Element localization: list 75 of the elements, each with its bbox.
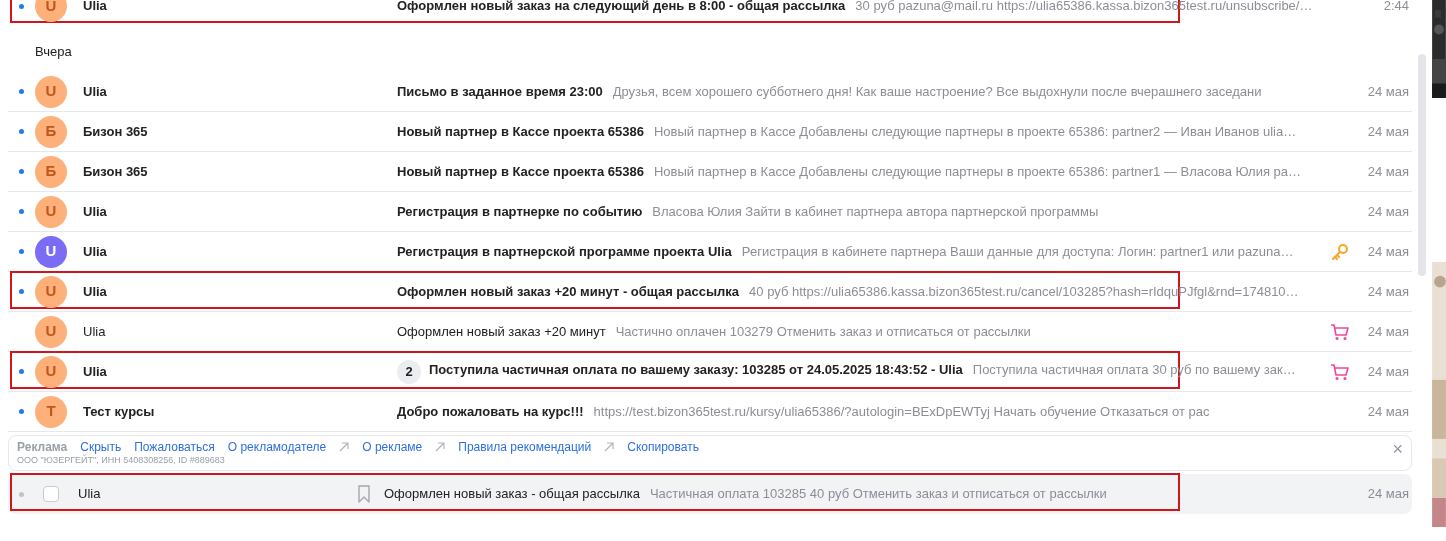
message-row[interactable]: Б Бизон 365 Новый партнер в Кассе проекта 65386 Новый партнер в Кассе Добавлены следующие партнеры в проекте 65386: partner2 — Иван Иванов ulia… 24 мая [8,112,1412,152]
avatar: U [35,275,67,308]
avatar: U [35,75,67,108]
sender-name: Ulia [82,242,108,261]
message-date: 24 мая [1366,202,1410,221]
message-preview: Регистрация в кабинете партнера Ваши данные для доступа: Логин: partner1 или pazuna… [741,242,1295,261]
message-preview: Друзья, всем хорошего субботнего дня! Как ваше настроение? Все выдохнули после вчерашнего заседани [612,82,1263,101]
message-preview: https://test.bizon365test.ru/kursy/ulia65386/?autologin=BExDpEWTyj Начать обучение Отказаться от рас [593,402,1211,421]
read-dot [18,491,24,497]
avatar: U [35,315,67,348]
key-icon [1331,242,1349,261]
sender-name: Ulia [82,82,108,101]
message-preview: Власова Юлия Зайти в кабинет партнера автора партнерской программы [652,202,1100,221]
cart-icon [1330,322,1350,341]
ad-link[interactable]: Правила рекомендаций [458,438,592,456]
sender-name: Ulia [82,202,108,221]
message-row[interactable]: U Ulia Оформлен новый заказ +20 минут Частично оплачен 103279 Отменить заказ и отписаться от рассылки 24 мая [8,312,1412,352]
date-heading: Вчера [35,43,72,62]
sender-name: Ulia [82,322,107,341]
message-preview: Частично оплачен 103279 Отменить заказ и отписаться от рассылки [615,322,1032,341]
message-subject: Регистрация в партнерской программе проекта Ulia [397,242,732,261]
avatar: U [35,355,67,388]
message-date: 24 мая [1366,485,1410,504]
message-date: 24 мая [1366,402,1410,421]
bookmark-icon [357,485,371,503]
message-date: 24 мая [1366,282,1410,301]
message-row[interactable]: U Ulia Письмо в заданное время 23:00 Друзья, всем хорошего субботнего дня! Как ваше настроение? Все выдохнули после вчерашнего заседани 24 мая [8,72,1412,112]
ad-link[interactable]: Пожаловаться [134,438,215,456]
message-subject: Оформлен новый заказ на следующий день в 8:00 - общая рассылка [397,0,846,16]
sender-name: Ulia [82,362,108,381]
sender-name: Бизон 365 [82,122,149,141]
avatar: Б [35,115,67,148]
message-subject: Регистрация в партнерке по событию [397,202,643,221]
message-row[interactable]: U Ulia Регистрация в партнерской программе проекта Ulia Регистрация в кабинете партнера Ваши данные для доступа: Логин: partner1 или pazuna… 24 мая [8,232,1412,272]
sender-name: Бизон 365 [82,162,149,181]
message-date: 24 мая [1366,362,1410,381]
message-date: 24 мая [1366,122,1410,141]
cart-icon [1330,362,1350,381]
message-subject: Оформлен новый заказ +20 минут - общая рассылка [397,282,740,301]
message-subject: Новый партнер в Кассе проекта 65386 [397,122,644,141]
sender-name: Ulia [82,0,108,16]
sender-name: Ulia [77,485,102,504]
message-subject: Новый партнер в Кассе проекта 65386 [397,162,644,181]
message-date: 24 мая [1366,242,1410,261]
ad-link[interactable]: Скопировать [627,438,699,456]
message-row[interactable]: Т Тест курсы Добро пожаловать на курс!!! https://test.bizon365test.ru/kursy/ulia65386/?autologin=BExDpEWTyj Начать обучение Отказаться от рас 24 мая [8,392,1412,432]
checkbox[interactable] [43,486,59,502]
message-row[interactable]: Ulia Оформлен новый заказ - общая рассылка Частичная оплата 103285 40 руб Отменить заказ и отписаться от рассылки 24 мая [8,474,1412,514]
avatar: U [35,0,67,22]
message-date: 2:44 [1382,0,1410,16]
message-date: 24 мая [1366,162,1410,181]
message-row[interactable]: Б Бизон 365 Новый партнер в Кассе проекта 65386 Новый партнер в Кассе Добавлены следующие партнеры в проекте 65386: partner1 — Власова Юлия ра… 24 мая [8,152,1412,192]
message-subject: Письмо в заданное время 23:00 [397,82,603,101]
message-subject: Оформлен новый заказ - общая рассылка [384,485,640,504]
message-preview: Новый партнер в Кассе Добавлены следующие партнеры в проекте 65386: partner1 — Власова Юлия ра… [653,162,1303,181]
message-subject: Добро пожаловать на курс!!! [397,402,584,421]
ad-label: Реклама [17,439,68,454]
message-date: 24 мая [1366,322,1410,341]
sender-name: Тест курсы [82,402,156,421]
avatar: U [35,195,67,228]
avatar: Т [35,395,67,428]
avatar: Б [35,155,67,188]
thread-count: 2 [397,359,421,384]
ad-link[interactable]: О рекламодателе [227,438,327,456]
avatar: U [35,235,67,268]
ad-link[interactable]: О рекламе [362,438,423,456]
message-subject: Оформлен новый заказ +20 минут [397,322,606,341]
message-subject: Поступила частичная оплата по вашему заказу: 103285 от 24.05.2025 18:43:52 - Ulia [429,360,963,379]
sender-name: Ulia [82,282,108,301]
message-preview: Новый партнер в Кассе Добавлены следующие партнеры в проекте 65386: partner2 — Иван Иванов ulia… [653,122,1298,141]
message-row[interactable]: U Ulia Регистрация в партнерке по событию Власова Юлия Зайти в кабинет партнера автора партнерской программы 24 мая [8,192,1412,232]
ad-link[interactable]: Скрыть [80,438,122,456]
scrollbar-thumb[interactable] [1418,54,1426,276]
message-preview: Частичная оплата 103285 40 руб Отменить заказ и отписаться от рассылки [649,485,1108,504]
message-date: 24 мая [1366,82,1410,101]
